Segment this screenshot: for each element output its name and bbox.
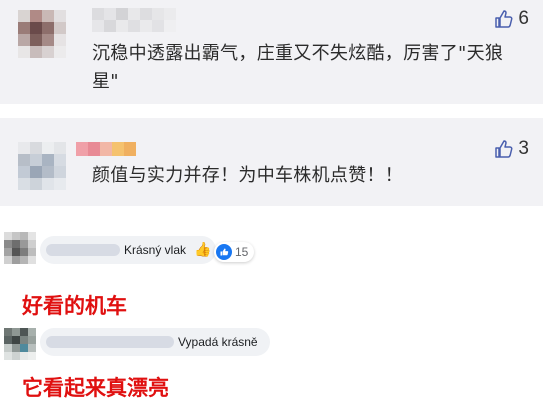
comment-card-1: 6 沉稳中透露出霸气，庄重又不失炫酷，厉害了"天狼星"	[0, 0, 543, 104]
like-count: 6	[518, 8, 529, 29]
like-count: 3	[518, 138, 529, 159]
avatar[interactable]	[4, 328, 36, 360]
author-name-blurred[interactable]	[46, 336, 174, 348]
translation-caption-1: 好看的机车	[22, 293, 127, 318]
thumbs-up-icon	[495, 140, 513, 158]
comment-bubble[interactable]: Krásný vlak 👍	[40, 236, 216, 264]
avatar[interactable]	[4, 232, 36, 264]
reaction-count: 15	[235, 245, 249, 259]
comment-text: Krásný vlak	[124, 243, 187, 257]
like-button[interactable]: 3	[494, 138, 529, 160]
thumbs-emoji: 👍	[194, 241, 212, 257]
author-name-blurred[interactable]	[46, 244, 120, 256]
comment-text: 颜值与实力并存！为中车株机点赞！！	[92, 165, 404, 186]
translation-caption-2: 它看起来真漂亮	[22, 375, 169, 400]
username-blurred[interactable]	[92, 8, 176, 32]
fb-comment-2: Vypadá krásně	[0, 322, 543, 362]
username-blurred[interactable]	[76, 142, 136, 156]
comment-text: 沉稳中透露出霸气，庄重又不失炫酷，厉害了"天狼星"	[92, 43, 504, 92]
comment-card-2: 3 颜值与实力并存！为中车株机点赞！！	[0, 118, 543, 206]
avatar[interactable]	[18, 10, 66, 58]
avatar[interactable]	[18, 142, 66, 190]
reaction-badge[interactable]: 15	[214, 242, 255, 262]
fb-comment-1: Krásný vlak 👍 15	[0, 228, 543, 278]
comment-bubble[interactable]: Vypadá krásně	[40, 328, 270, 356]
comment-text: Vypadá krásně	[178, 335, 258, 349]
like-reaction-icon	[216, 244, 232, 260]
like-button[interactable]: 6	[494, 8, 529, 30]
thumbs-up-icon	[495, 10, 513, 28]
